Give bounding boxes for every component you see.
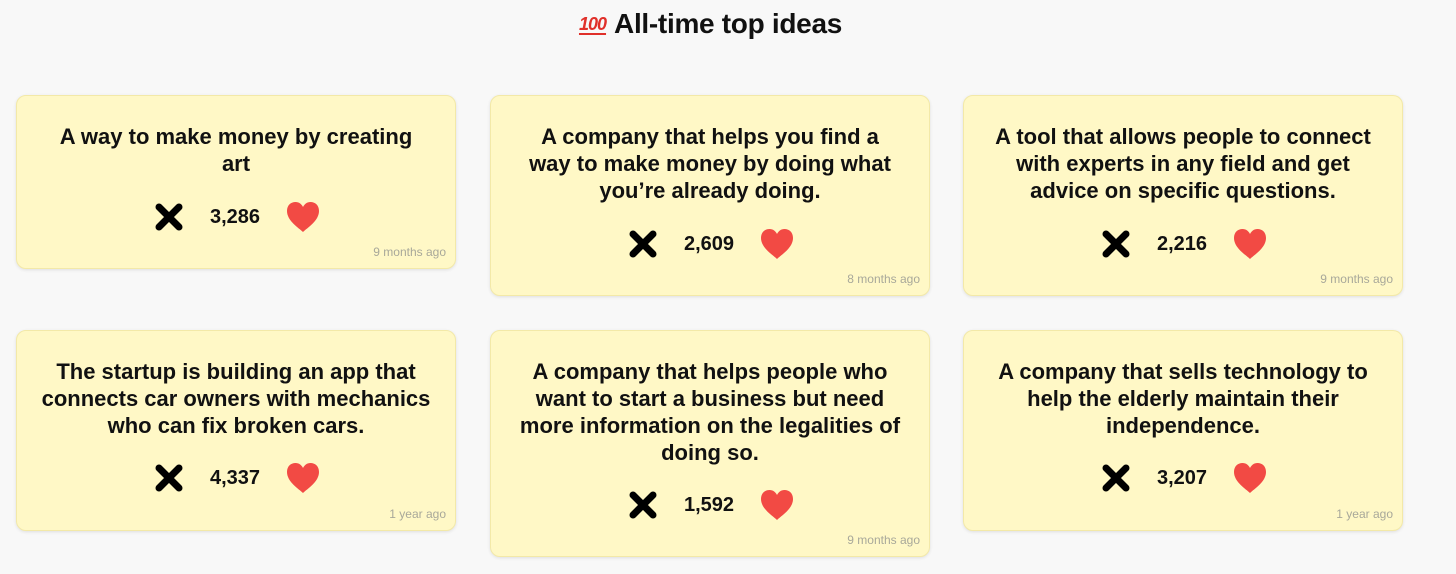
idea-card: A company that sells technology to help … xyxy=(963,330,1403,531)
vote-count: 3,286 xyxy=(209,205,261,228)
heart-icon xyxy=(761,229,793,259)
dismiss-button[interactable] xyxy=(624,487,662,523)
heart-icon xyxy=(1234,229,1266,259)
like-button[interactable] xyxy=(758,487,796,523)
cross-icon xyxy=(629,230,657,258)
like-button[interactable] xyxy=(284,460,322,496)
like-button[interactable] xyxy=(758,226,796,262)
idea-text: A tool that allows people to connect wit… xyxy=(995,124,1371,203)
timestamp: 9 months ago xyxy=(1320,272,1393,286)
page-title: 100 All-time top ideas xyxy=(0,6,1421,42)
heart-icon xyxy=(1234,463,1266,493)
idea-card: A way to make money by creating art 3,28… xyxy=(16,95,456,269)
dismiss-button[interactable] xyxy=(624,226,662,262)
like-button[interactable] xyxy=(1231,460,1269,496)
cross-icon xyxy=(155,203,183,231)
heart-icon xyxy=(287,463,319,493)
vote-count: 2,216 xyxy=(1156,232,1208,255)
like-button[interactable] xyxy=(284,199,322,235)
idea-text: The startup is building an app that conn… xyxy=(41,359,431,438)
dismiss-button[interactable] xyxy=(150,199,188,235)
idea-text: A company that helps people who want to … xyxy=(519,359,901,465)
cross-icon xyxy=(1102,464,1130,492)
timestamp: 1 year ago xyxy=(389,507,446,521)
vote-count: 1,592 xyxy=(683,493,735,516)
page-title-text: All-time top ideas xyxy=(614,8,842,39)
timestamp: 9 months ago xyxy=(847,533,920,547)
vote-row: 2,216 xyxy=(964,226,1402,262)
idea-card: A tool that allows people to connect wit… xyxy=(963,95,1403,296)
dismiss-button[interactable] xyxy=(150,460,188,496)
vote-row: 4,337 xyxy=(17,460,455,496)
dismiss-button[interactable] xyxy=(1097,460,1135,496)
timestamp: 1 year ago xyxy=(1336,507,1393,521)
heart-icon xyxy=(287,202,319,232)
idea-card: A company that helps people who want to … xyxy=(490,330,930,557)
idea-text: A company that sells technology to help … xyxy=(998,359,1368,438)
idea-card: A company that helps you find a way to m… xyxy=(490,95,930,296)
heart-icon xyxy=(761,490,793,520)
idea-text: A way to make money by creating art xyxy=(59,124,413,176)
idea-card: The startup is building an app that conn… xyxy=(16,330,456,531)
hundred-points-icon: 100 xyxy=(578,14,607,34)
vote-count: 2,609 xyxy=(683,232,735,255)
vote-row: 3,286 xyxy=(17,199,455,235)
vote-row: 3,207 xyxy=(964,460,1402,496)
vote-row: 2,609 xyxy=(491,226,929,262)
cross-icon xyxy=(155,464,183,492)
cross-icon xyxy=(629,491,657,519)
timestamp: 8 months ago xyxy=(847,272,920,286)
vote-count: 3,207 xyxy=(1156,466,1208,489)
vote-row: 1,592 xyxy=(491,487,929,523)
dismiss-button[interactable] xyxy=(1097,226,1135,262)
timestamp: 9 months ago xyxy=(373,245,446,259)
idea-text: A company that helps you find a way to m… xyxy=(529,124,891,203)
like-button[interactable] xyxy=(1231,226,1269,262)
vote-count: 4,337 xyxy=(209,466,261,489)
cross-icon xyxy=(1102,230,1130,258)
